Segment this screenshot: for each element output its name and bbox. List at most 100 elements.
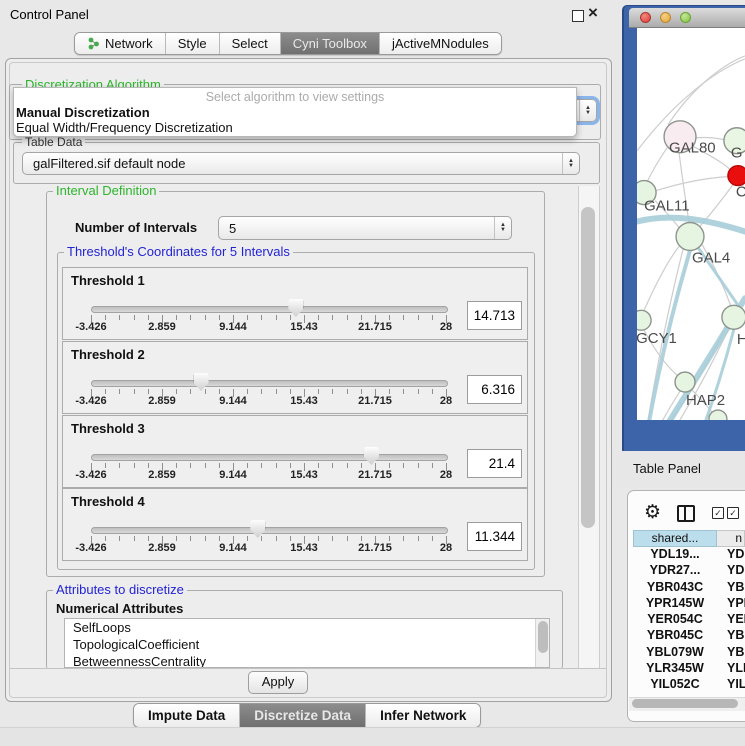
attributes-list[interactable]: SelfLoopsTopologicalCoefficientBetweenne… [64,618,550,668]
hap2-node[interactable] [675,372,695,392]
close-traffic-light[interactable] [640,12,651,23]
table-row[interactable]: YDR27...YDR2 [633,563,745,579]
table-row[interactable]: YER054CYER0 [633,612,745,628]
table-cell[interactable]: YBL0 [717,645,745,661]
attributes-scrollbar-thumb[interactable] [538,621,548,653]
table-header-name[interactable]: n [717,530,745,547]
gear-icon[interactable]: ⚙ [644,501,661,524]
minimize-traffic-light[interactable] [660,12,671,23]
gcy1-node[interactable] [637,310,651,330]
table-row[interactable]: YIL052CYIL0 [633,677,745,693]
threshold-label: Threshold 1 [71,273,145,288]
table-hscrollbar-thumb[interactable] [632,699,738,708]
threshold-panel: Threshold 4 -3.4262.8599.14415.4321.7152… [62,488,528,561]
checkbox-icon[interactable]: ✓ [727,507,739,519]
slider-tick [134,389,135,394]
table-row[interactable]: YPR145WYPR1 [633,596,745,612]
algorithm-option[interactable]: Equal Width/Frequency Discretization [14,120,576,135]
table-cell[interactable]: YBR0 [717,580,745,596]
columns-icon[interactable] [677,505,695,522]
table-row[interactable]: YLR345WYLR3 [633,661,745,677]
slider-tick [176,389,177,394]
tab-cyni-toolbox[interactable]: Cyni Toolbox [280,33,379,54]
table-cell[interactable]: YDL1 [717,547,745,563]
slider-track[interactable] [91,527,448,534]
slider-tick-label: 15.43 [277,542,331,554]
threshold-value-field[interactable] [467,522,522,551]
table-cell[interactable]: YER054C [633,612,717,628]
slider-tick [176,463,177,468]
slider-track[interactable] [91,454,448,461]
table-cell[interactable]: YBR045C [633,628,717,644]
slider-thumb[interactable] [364,447,379,465]
algorithm-option[interactable]: Manual Discretization [14,105,576,120]
table-cell[interactable]: YLR345W [633,661,717,677]
settings-scrollbar-thumb[interactable] [581,207,595,528]
bottom-tab-infer-network[interactable]: Infer Network [365,704,480,727]
slider-tick [219,389,220,394]
slider-tick [276,315,277,320]
checkbox-icon[interactable]: ✓ [712,507,724,519]
table-row[interactable]: YBL079WYBL0 [633,645,745,661]
tab-style[interactable]: Style [165,33,219,54]
slider-tick [119,389,120,394]
slider-tick [148,315,149,320]
table-cell[interactable]: YIL052C [633,677,717,693]
table-row[interactable]: YDL19...YDL1 [633,547,745,563]
threshold-label: Threshold 3 [71,421,145,436]
attribute-item[interactable]: BetweennessCentrality [65,653,549,668]
table-cell[interactable]: YPR145W [633,596,717,612]
bottom-tab-impute-data[interactable]: Impute Data [134,704,239,727]
slider-tick [247,315,248,320]
tab-network[interactable]: Network [75,33,165,54]
apply-button[interactable]: Apply [248,671,308,694]
tab-select[interactable]: Select [219,33,280,54]
table-cell[interactable]: YDL19... [633,547,717,563]
table-cell[interactable]: YDR27... [633,563,717,579]
h-node[interactable] [722,305,745,329]
slider-track[interactable] [91,306,448,313]
slider-tick [190,463,191,468]
table-cell[interactable]: YPR1 [717,596,745,612]
table-cell[interactable]: YBR0 [717,628,745,644]
table-cell[interactable]: YBL079W [633,645,717,661]
bottom-tab-discretize-data[interactable]: Discretize Data [239,704,365,727]
table-cell[interactable]: YLR3 [717,661,745,677]
table-cell[interactable]: YBR043C [633,580,717,596]
table-row[interactable]: YBR043CYBR0 [633,580,745,596]
slider-thumb[interactable] [194,373,209,391]
threshold-value-field[interactable] [467,375,522,404]
slider-tick [105,463,106,468]
table-cell[interactable]: YDR2 [717,563,745,579]
zoom-traffic-light[interactable] [680,12,691,23]
slider-tick-label: -3.426 [64,321,118,333]
table-row[interactable]: YBR045CYBR0 [633,628,745,644]
close-icon[interactable]: × [588,3,598,23]
table-header-row: shared... n [633,530,745,547]
bottom-tab-label: Infer Network [380,708,466,723]
slider-tick [261,463,262,468]
network-canvas[interactable]: GAL80GCGAL11GAL4GCY1HHAP2 [637,28,745,420]
slider-tick [403,463,404,468]
threshold-value-field[interactable] [467,449,522,478]
float-window-icon[interactable] [572,10,584,22]
table-header-shared[interactable]: shared... [633,530,717,547]
tab-jactivemnodules[interactable]: jActiveMNodules [379,33,501,54]
table-cell[interactable]: YER0 [717,612,745,628]
attributes-scrollbar-track[interactable] [535,619,549,667]
algorithm-hint: Select algorithm to view settings [14,88,576,105]
panel-title: Control Panel [10,7,89,22]
slider-tick [261,315,262,320]
table-data-combobox[interactable]: galFiltered.sif default node ▲▼ [22,152,580,175]
threshold-value-field[interactable] [467,301,522,330]
slider-tick [176,315,177,320]
gal4-node[interactable] [676,223,704,251]
table-cell[interactable]: YIL0 [717,677,745,693]
network-window-titlebar[interactable] [629,8,745,28]
attribute-item[interactable]: TopologicalCoefficient [65,636,549,653]
num-intervals-combobox[interactable]: 5 ▲▼ [218,216,512,240]
slider-track[interactable] [91,380,448,387]
attribute-item[interactable]: SelfLoops [65,619,549,636]
slider-tick [276,463,277,468]
slider-thumb[interactable] [250,520,265,538]
